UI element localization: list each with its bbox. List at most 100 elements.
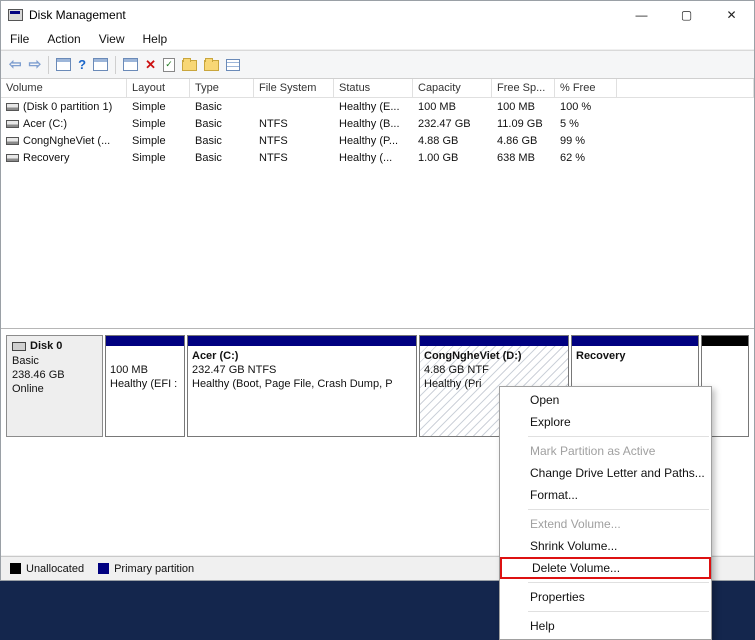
- partition-size: 100 MB: [110, 363, 180, 377]
- volume-capacity: 232.47 GB: [413, 118, 492, 130]
- partition-name: Recovery: [576, 349, 694, 363]
- menu-separator: [528, 436, 709, 437]
- popup-window-icon[interactable]: [123, 58, 138, 71]
- table-row[interactable]: CongNgheViet (... Simple Basic NTFS Heal…: [1, 132, 754, 149]
- menu-help[interactable]: Help: [134, 30, 177, 48]
- table-row[interactable]: (Disk 0 partition 1) Simple Basic Health…: [1, 98, 754, 115]
- volume-file-system: NTFS: [254, 135, 334, 147]
- column-header-capacity[interactable]: Capacity: [413, 79, 492, 97]
- column-header-status[interactable]: Status: [334, 79, 413, 97]
- volume-free-space: 11.09 GB: [492, 118, 555, 130]
- disk-type: Basic: [12, 355, 97, 367]
- volume-icon: [6, 154, 19, 162]
- volume-name: CongNgheViet (...: [23, 135, 110, 147]
- window-controls: — ▢ ✕: [619, 1, 754, 28]
- column-header-volume[interactable]: Volume: [1, 79, 127, 97]
- volume-pct-free: 100 %: [555, 101, 617, 113]
- volume-type: Basic: [190, 101, 254, 113]
- column-header-layout[interactable]: Layout: [127, 79, 190, 97]
- column-header-pct-free[interactable]: % Free: [555, 79, 617, 97]
- minimize-button[interactable]: —: [619, 1, 664, 28]
- volume-list-pane: Volume Layout Type File System Status Ca…: [1, 79, 754, 329]
- partition-color-bar: [420, 336, 568, 346]
- volume-pct-free: 62 %: [555, 152, 617, 164]
- back-icon[interactable]: ⇦: [9, 57, 22, 72]
- menu-file[interactable]: File: [1, 30, 38, 48]
- menu-view[interactable]: View: [90, 30, 134, 48]
- details-icon[interactable]: [226, 59, 240, 71]
- legend-primary-label: Primary partition: [114, 563, 194, 575]
- disk-size: 238.46 GB: [12, 369, 97, 381]
- menu-item-format[interactable]: Format...: [500, 484, 711, 506]
- menu-separator: [528, 509, 709, 510]
- menu-action[interactable]: Action: [38, 30, 89, 48]
- close-button[interactable]: ✕: [709, 1, 754, 28]
- toolbar-separator: [115, 56, 116, 74]
- volume-capacity: 4.88 GB: [413, 135, 492, 147]
- volume-capacity: 100 MB: [413, 101, 492, 113]
- menu-separator: [528, 611, 709, 612]
- menu-item-change-drive-letter[interactable]: Change Drive Letter and Paths...: [500, 462, 711, 484]
- volume-layout: Simple: [127, 101, 190, 113]
- menu-bar: File Action View Help: [1, 28, 754, 50]
- volume-status: Healthy (P...: [334, 135, 413, 147]
- context-menu: Open Explore Mark Partition as Active Ch…: [499, 386, 712, 640]
- volume-icon: [6, 137, 19, 145]
- volume-type: Basic: [190, 118, 254, 130]
- partition-color-bar: [572, 336, 698, 346]
- legend-primary-partition: Primary partition: [98, 563, 194, 575]
- disk-name: Disk 0: [30, 340, 62, 352]
- table-row[interactable]: Recovery Simple Basic NTFS Healthy (... …: [1, 149, 754, 166]
- menu-item-properties[interactable]: Properties: [500, 586, 711, 608]
- volume-name: Acer (C:): [23, 118, 67, 130]
- volume-name: Recovery: [23, 152, 69, 164]
- volume-type: Basic: [190, 135, 254, 147]
- titlebar: Disk Management — ▢ ✕: [1, 1, 754, 28]
- partition-acer-c[interactable]: Acer (C:) 232.47 GB NTFS Healthy (Boot, …: [187, 335, 417, 437]
- menu-item-mark-partition-active: Mark Partition as Active: [500, 440, 711, 462]
- volume-name: (Disk 0 partition 1): [23, 101, 112, 113]
- volume-icon: [6, 120, 19, 128]
- menu-separator: [528, 582, 709, 583]
- console-tree-icon[interactable]: [56, 58, 71, 71]
- menu-item-open[interactable]: Open: [500, 389, 711, 411]
- unallocated-swatch: [10, 563, 21, 574]
- legend-unallocated: Unallocated: [10, 563, 84, 575]
- column-header-type[interactable]: Type: [190, 79, 254, 97]
- menu-item-shrink-volume[interactable]: Shrink Volume...: [500, 535, 711, 557]
- action-pane-icon[interactable]: [93, 58, 108, 71]
- column-header-file-system[interactable]: File System: [254, 79, 334, 97]
- menu-item-explore[interactable]: Explore: [500, 411, 711, 433]
- unallocated-color-bar: [702, 336, 748, 346]
- maximize-button[interactable]: ▢: [664, 1, 709, 28]
- partition-size: 232.47 GB NTFS: [192, 363, 412, 377]
- window-title: Disk Management: [29, 8, 126, 22]
- forward-icon[interactable]: ⇨: [29, 57, 42, 72]
- legend-unallocated-label: Unallocated: [26, 563, 84, 575]
- volume-free-space: 638 MB: [492, 152, 555, 164]
- volume-free-space: 4.86 GB: [492, 135, 555, 147]
- volume-layout: Simple: [127, 135, 190, 147]
- menu-item-delete-volume[interactable]: Delete Volume...: [500, 557, 711, 579]
- table-row[interactable]: Acer (C:) Simple Basic NTFS Healthy (B..…: [1, 115, 754, 132]
- volume-pct-free: 99 %: [555, 135, 617, 147]
- menu-item-help[interactable]: Help: [500, 615, 711, 637]
- partition-name: CongNgheViet (D:): [424, 349, 564, 363]
- folder-open-icon[interactable]: [204, 60, 219, 71]
- partition-status: Healthy (EFI :: [110, 377, 180, 391]
- disk-status: Online: [12, 383, 97, 395]
- column-header-free-space[interactable]: Free Sp...: [492, 79, 555, 97]
- delete-icon[interactable]: ✕: [145, 57, 156, 73]
- volume-file-system: NTFS: [254, 152, 334, 164]
- volume-status: Healthy (B...: [334, 118, 413, 130]
- script-check-icon[interactable]: ✓: [163, 58, 175, 72]
- folder-up-icon[interactable]: [182, 60, 197, 71]
- primary-partition-swatch: [98, 563, 109, 574]
- partition-name: [110, 349, 180, 363]
- partition-status: Healthy (Boot, Page File, Crash Dump, P: [192, 377, 412, 391]
- volume-status: Healthy (E...: [334, 101, 413, 113]
- disk-icon: [12, 342, 26, 351]
- partition-efi[interactable]: 100 MB Healthy (EFI :: [105, 335, 185, 437]
- disk-info-panel[interactable]: Disk 0 Basic 238.46 GB Online: [6, 335, 103, 437]
- help-icon[interactable]: ?: [78, 57, 86, 72]
